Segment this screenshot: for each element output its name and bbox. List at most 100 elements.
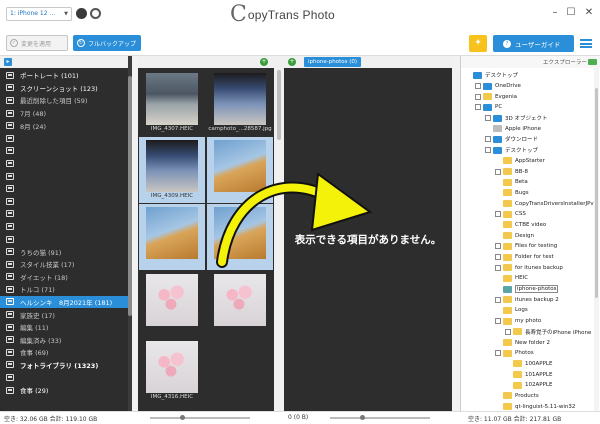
photo-grid-scrollbar-thumb[interactable] [277,70,281,140]
photo-thumbnail[interactable] [139,271,205,337]
collapse-panel-icon[interactable]: ▸ [4,58,12,66]
album-item[interactable] [0,371,132,384]
album-item[interactable] [0,170,132,183]
expand-icon[interactable] [495,254,501,261]
tree-node[interactable]: my photo [461,316,593,327]
close-icon[interactable]: ✕ [582,6,596,20]
album-item[interactable]: 編集 (11) [0,321,132,334]
expand-icon[interactable] [495,211,501,218]
photo-thumbnail[interactable]: IMG_4307.HEIC [139,70,205,136]
tree-node[interactable]: 長寿覚子のiPhone iPhone [461,327,593,338]
album-item[interactable]: 家族史 (17) [0,308,132,321]
tree-node[interactable]: Bugs [461,188,593,199]
eject-icon[interactable] [76,8,87,19]
album-item[interactable] [0,220,132,233]
tree-node[interactable]: CopyTransDriversInstallerJPv3 [461,198,597,209]
album-item[interactable] [0,132,132,145]
expand-icon[interactable] [485,147,491,154]
refresh-icon[interactable] [90,8,101,19]
album-item[interactable] [0,157,132,170]
maximize-icon[interactable]: ☐ [564,6,578,20]
album-item[interactable]: スタイル技業 (17) [0,258,132,271]
expand-icon[interactable] [495,296,501,303]
tree-node[interactable]: OneDrive [461,81,593,92]
full-backup-button[interactable]: ↻ フルバックアップ [73,35,141,51]
explorer-scrollbar[interactable] [594,68,599,411]
expand-icon[interactable] [485,136,491,143]
tree-node[interactable]: CSS [461,209,593,220]
tree-node[interactable]: itunes backup 2 [461,294,593,305]
zoom-slider-knob[interactable] [180,415,185,420]
photo-thumbnail[interactable] [207,204,273,270]
add-icon[interactable]: + [260,58,268,66]
tree-node[interactable]: デスクトップ [461,70,593,81]
album-item[interactable]: 7月 (48) [0,107,132,120]
album-item[interactable]: フォトライブラリ (1323) [0,359,132,372]
album-item[interactable]: ダイエット (18) [0,271,132,284]
tree-node[interactable]: 100APPLE [461,359,593,370]
tree-node[interactable]: for itunes backup [461,262,593,273]
tree-node[interactable]: HEIC [461,273,593,284]
tree-node[interactable]: Design [461,230,593,241]
tree-node[interactable]: 3D オブジェクト [461,113,593,124]
tab-iphone-photos[interactable]: iphone-photos (0) [304,57,361,67]
add-folder-icon[interactable]: + [288,58,296,66]
tree-node[interactable]: Folder for test [461,252,593,263]
expand-icon[interactable] [495,243,501,250]
photo-thumbnail[interactable] [207,137,273,203]
tree-node[interactable]: Files for testing [461,241,593,252]
new-folder-icon[interactable] [588,59,597,65]
tree-node[interactable]: iphone-photos [461,284,593,295]
zoom-slider[interactable] [150,415,250,420]
photo-thumbnail[interactable] [139,204,205,270]
expand-icon[interactable] [505,328,511,335]
tree-node[interactable]: Apple iPhone [461,123,593,134]
expand-icon[interactable] [495,168,501,175]
minimize-icon[interactable]: – [548,6,562,20]
album-item[interactable]: 編集済み (33) [0,333,132,346]
album-item[interactable]: スクリーンショット (123) [0,82,132,95]
photo-thumbnail[interactable] [207,271,273,337]
album-item[interactable]: トルコ (71) [0,283,132,296]
album-item[interactable]: 食事 (29) [0,384,132,397]
tree-node[interactable]: デスクトップ [461,145,593,156]
photo-grid-scrollbar[interactable] [274,56,284,411]
album-item[interactable]: ヘルシンキ 8月2021年 (181) [0,295,132,309]
expand-icon[interactable] [495,318,501,325]
album-item[interactable]: ポートレート (101) [0,69,132,82]
tree-node[interactable]: AppStarter [461,156,593,167]
expand-icon[interactable] [475,83,481,90]
expand-icon[interactable] [495,264,501,271]
album-item[interactable] [0,182,132,195]
tree-node[interactable]: Beta [461,177,593,188]
photo-thumbnail[interactable]: IMG_4316.HEIC [139,338,205,404]
device-select[interactable]: 1: iPhone 12 ... ▼ [6,7,72,21]
tree-node[interactable]: Products [461,391,593,402]
tree-node[interactable]: BB-8 [461,166,593,177]
tree-node[interactable]: 102APPLE [461,380,593,391]
tree-node[interactable]: CTBE video [461,220,593,231]
menu-icon[interactable] [580,39,592,48]
tips-bulb-icon[interactable]: ✦ [469,35,487,52]
album-item[interactable] [0,195,132,208]
tree-node[interactable]: PC [461,102,593,113]
explorer-scrollbar-thumb[interactable] [595,88,598,298]
expand-icon[interactable] [475,93,481,100]
tree-node[interactable]: Photos [461,348,593,359]
album-item[interactable] [0,208,132,221]
album-item[interactable]: 食事 (69) [0,346,132,359]
album-item[interactable] [0,233,132,246]
tree-node[interactable]: Evgenia [461,91,593,102]
album-item[interactable]: 8月 (24) [0,119,132,132]
album-item[interactable] [0,145,132,158]
expand-icon[interactable] [485,115,491,122]
photo-thumbnail[interactable]: IMG_4309.HEIC [139,137,205,203]
tree-node[interactable]: Logs [461,305,593,316]
album-item[interactable]: うちの猫 (91) [0,245,132,258]
expand-icon[interactable] [475,104,481,111]
tree-node[interactable]: 101APPLE [461,369,593,380]
zoom-slider-knob[interactable] [360,415,365,420]
tree-node[interactable]: ダウンロード [461,134,593,145]
tree-node[interactable]: New folder 2 [461,337,593,348]
album-item[interactable]: 最近削除した項目 (59) [0,94,132,107]
